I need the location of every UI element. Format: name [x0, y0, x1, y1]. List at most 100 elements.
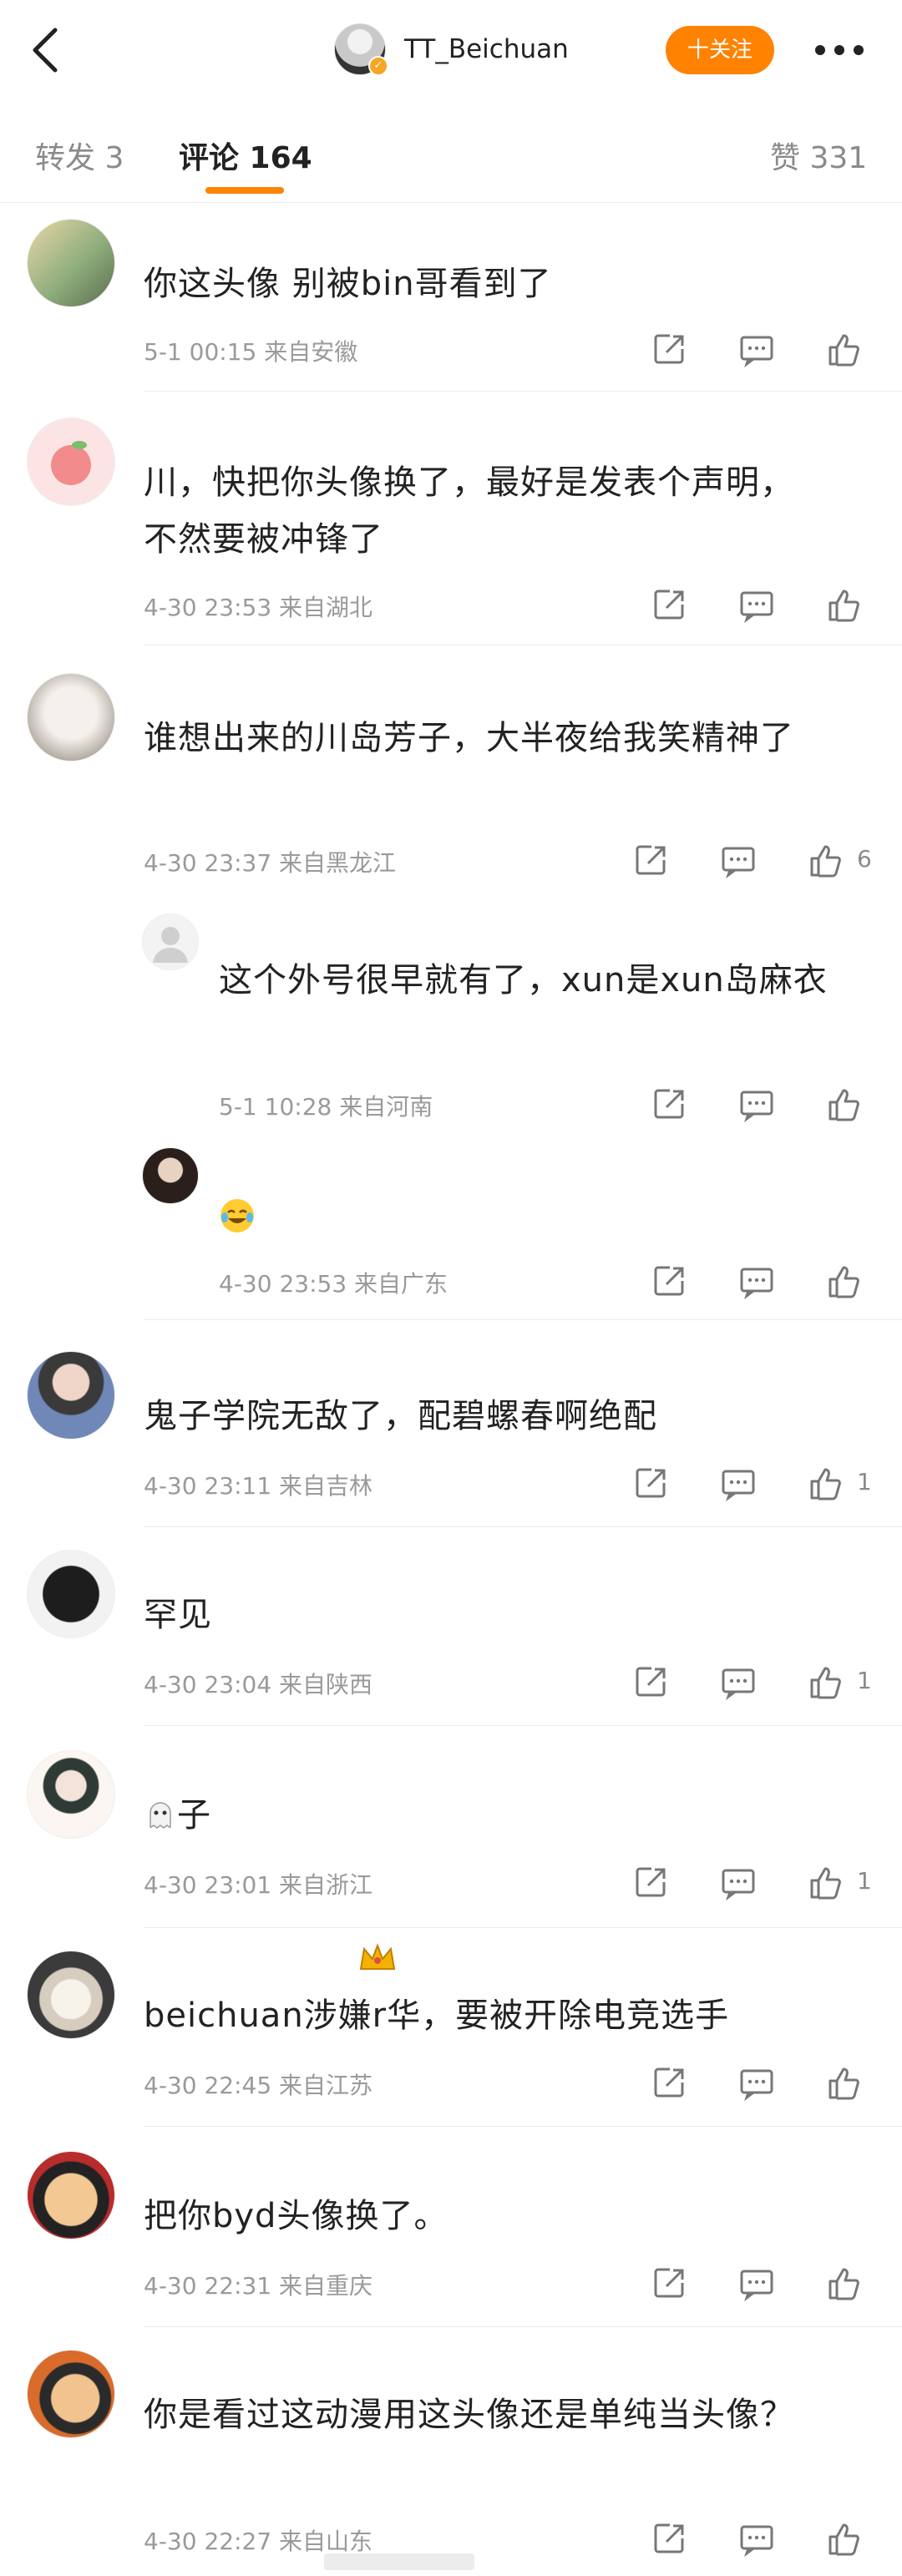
verified-badge-icon: ✓: [368, 56, 388, 76]
comment-text: 罕见: [144, 1596, 212, 1634]
active-tab-indicator: [205, 187, 284, 194]
divider: [144, 391, 902, 392]
tab-comments[interactable]: 评论 164: [179, 134, 312, 177]
thumb-up-icon[interactable]: [807, 1663, 844, 1700]
comment-icon[interactable]: [738, 586, 775, 623]
avatar[interactable]: [27, 418, 115, 506]
comment-icon[interactable]: [720, 1465, 757, 1501]
thumb-up-icon[interactable]: [807, 1465, 844, 1501]
comment-icon[interactable]: [738, 331, 775, 367]
comment-icon[interactable]: [738, 1086, 775, 1122]
comment-meta: 4-30 23:53 来自广东: [219, 1266, 448, 1299]
avatar[interactable]: [142, 913, 199, 970]
thumb-up-icon[interactable]: [825, 1086, 862, 1122]
tab-likes[interactable]: 赞 331: [770, 134, 867, 177]
crown-badge-icon: [359, 1943, 396, 1970]
avatar[interactable]: [27, 2350, 115, 2438]
share-icon[interactable]: [651, 1263, 688, 1299]
avatar[interactable]: [27, 2151, 115, 2239]
follow-button[interactable]: 十关注: [666, 26, 774, 74]
comment-location: 来自广东: [354, 1270, 448, 1298]
comment-location: 来自河南: [339, 1093, 433, 1121]
thumb-up-icon[interactable]: [825, 586, 862, 623]
comment-icon[interactable]: [738, 2520, 775, 2557]
comment-text-body: 子: [177, 1796, 211, 1835]
comment-icon[interactable]: [720, 842, 757, 878]
avatar[interactable]: [27, 1351, 115, 1440]
thumb-up-icon[interactable]: [825, 2064, 862, 2101]
avatar[interactable]: [27, 1951, 115, 2039]
thumb-up-icon[interactable]: [825, 1263, 862, 1299]
comment-icon[interactable]: [720, 1864, 757, 1900]
ghost-emoji-icon: [149, 1802, 171, 1830]
comment-actions: 1: [633, 1663, 884, 1700]
default-avatar-icon: [153, 927, 188, 963]
avatar[interactable]: [27, 219, 115, 307]
comment-text: 谁想出来的川岛芳子，大半夜给我笑精神了: [144, 719, 794, 757]
comment-actions: [651, 2520, 869, 2557]
thumb-up-icon[interactable]: [807, 1864, 844, 1900]
comment-icon[interactable]: [738, 2064, 775, 2101]
more-dots-icon[interactable]: [810, 35, 869, 65]
comment-text: 子: [144, 1787, 862, 1844]
profile-header[interactable]: ✓ TT_Beichuan: [334, 22, 569, 77]
avatar[interactable]: [27, 673, 115, 762]
share-icon[interactable]: [633, 1864, 670, 1900]
tab-reposts[interactable]: 转发 3: [35, 134, 124, 177]
comment-text: 把你byd头像换了。: [144, 2197, 448, 2235]
share-icon[interactable]: [651, 2064, 688, 2101]
comment-actions: [651, 2265, 869, 2301]
top-bar: ✓ TT_Beichuan 十关注: [0, 0, 902, 101]
comment-time: 4-30 23:53: [144, 594, 272, 621]
comment-location: 来自吉林: [279, 1472, 373, 1500]
comment-icon[interactable]: [720, 1663, 757, 1700]
comment-actions: [651, 586, 869, 623]
share-icon[interactable]: [651, 2520, 688, 2557]
divider: [144, 2126, 902, 2127]
avatar[interactable]: ✓: [334, 23, 388, 76]
comment-meta: 4-30 23:37 来自黑龙江: [144, 845, 396, 878]
thumb-up-icon[interactable]: [825, 2520, 862, 2557]
reply-text: 这个外号很早就有了，xun是xun岛麻衣: [219, 961, 828, 1000]
comment-location: 来自重庆: [279, 2272, 373, 2300]
comment-meta: 4-30 22:45 来自江苏: [144, 2067, 372, 2101]
share-icon[interactable]: [651, 2265, 688, 2301]
share-icon[interactable]: [633, 1663, 670, 1700]
comment-actions: [651, 331, 869, 367]
divider: [144, 1526, 902, 1527]
thumb-up-icon[interactable]: [807, 842, 844, 878]
comment-meta: 4-30 22:31 来自重庆: [144, 2268, 372, 2301]
page-title: TT_Beichuan: [404, 34, 569, 64]
thumb-up-icon[interactable]: [825, 331, 862, 367]
comment-actions: 6: [633, 842, 884, 878]
avatar[interactable]: [27, 1550, 115, 1638]
comment-meta: 4-30 22:27 来自山东: [144, 2523, 372, 2557]
comment-actions: 1: [633, 1864, 884, 1900]
comment-meta: 4-30 23:04 来自陕西: [144, 1667, 372, 1700]
comment-meta: 4-30 23:53 来自湖北: [144, 590, 372, 623]
comment-time: 4-30 23:01: [144, 1871, 272, 1899]
comment-text: 川，快把你头像换了，最好是发表个声明，不然要被冲锋了: [144, 463, 794, 559]
comment-time: 4-30 23:11: [144, 1472, 272, 1500]
like-count: 1: [857, 1867, 872, 1895]
comment-actions: 1: [633, 1465, 884, 1501]
share-icon[interactable]: [633, 1465, 670, 1501]
share-icon[interactable]: [633, 842, 670, 878]
comment-time: 4-30 23:04: [144, 1671, 272, 1698]
comment-icon[interactable]: [738, 2265, 775, 2301]
comment-actions: [651, 2064, 869, 2101]
avatar[interactable]: [27, 1750, 115, 1839]
share-icon[interactable]: [651, 586, 688, 623]
chevron-left-icon[interactable]: [25, 25, 67, 75]
thumb-up-icon[interactable]: [825, 2265, 862, 2301]
like-count: 1: [857, 1468, 872, 1495]
avatar[interactable]: [142, 1147, 199, 1204]
divider: [144, 2326, 902, 2327]
comment-meta: 5-1 00:15 来自安徽: [144, 334, 357, 367]
comment-icon[interactable]: [738, 1263, 775, 1299]
comment-actions: [651, 1086, 869, 1122]
share-icon[interactable]: [651, 331, 688, 367]
share-icon[interactable]: [651, 1086, 688, 1122]
comment-location: 来自山东: [279, 2528, 373, 2555]
comment-time: 4-30 22:31: [144, 2272, 272, 2300]
